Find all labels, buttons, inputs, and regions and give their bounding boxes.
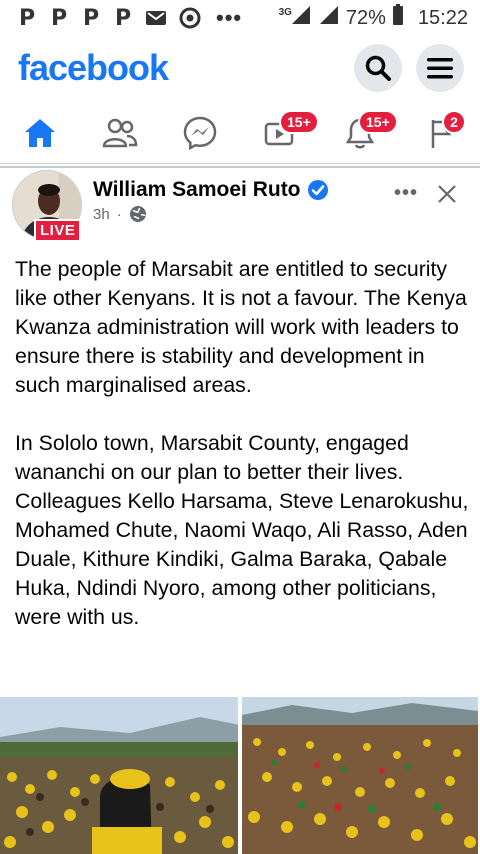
post-body: The people of Marsabit are entitled to s… bbox=[15, 255, 470, 661]
tab-watch[interactable]: 15+ bbox=[240, 102, 320, 164]
notifications-badge: 15+ bbox=[358, 109, 398, 134]
live-badge: LIVE bbox=[34, 219, 82, 242]
globe-icon bbox=[129, 206, 146, 222]
post-time[interactable]: 3h bbox=[93, 206, 110, 223]
author-name[interactable]: William Samoei Ruto bbox=[93, 178, 301, 202]
clock: 15:22 bbox=[417, 6, 468, 29]
post-paragraph: The people of Marsabit are entitled to s… bbox=[15, 257, 467, 397]
menu-icon bbox=[427, 58, 453, 79]
menu-button[interactable] bbox=[416, 44, 464, 92]
main-nav: 15+ 15+ 2 bbox=[0, 102, 480, 164]
facebook-logo[interactable]: facebook bbox=[18, 47, 169, 89]
search-icon bbox=[365, 55, 391, 81]
notification-p-icon: P bbox=[50, 5, 68, 31]
tab-notifications[interactable]: 15+ bbox=[320, 102, 400, 164]
close-icon[interactable] bbox=[438, 184, 456, 203]
signal-icon-2 bbox=[318, 5, 340, 31]
watch-badge: 15+ bbox=[279, 109, 319, 134]
notification-p-icon: P bbox=[18, 5, 36, 31]
home-icon bbox=[25, 118, 55, 147]
app-header: facebook bbox=[0, 36, 480, 100]
signal-icon bbox=[291, 5, 312, 31]
verified-icon bbox=[307, 180, 328, 200]
author-avatar[interactable]: LIVE bbox=[12, 170, 82, 242]
gmail-icon bbox=[144, 8, 168, 28]
tab-pages[interactable]: 2 bbox=[400, 102, 480, 164]
search-button[interactable] bbox=[354, 44, 402, 92]
post-photo-1[interactable] bbox=[0, 697, 238, 854]
tab-home[interactable] bbox=[0, 102, 80, 164]
notification-p-icon: P bbox=[114, 5, 132, 31]
post-photos bbox=[0, 697, 480, 854]
meta-separator: · bbox=[116, 205, 122, 223]
battery-percent: 72% bbox=[345, 6, 386, 29]
chrome-icon bbox=[178, 7, 202, 29]
pages-badge: 2 bbox=[442, 109, 466, 134]
network-type: 3G bbox=[278, 6, 292, 18]
tab-friends[interactable] bbox=[80, 102, 160, 164]
friends-icon bbox=[102, 118, 138, 147]
post-paragraph: In Sololo town, Marsabit County, engaged… bbox=[15, 431, 469, 629]
messenger-icon bbox=[183, 116, 217, 150]
tab-messenger[interactable] bbox=[160, 102, 240, 164]
more-notifications-icon: ••• bbox=[216, 5, 243, 30]
battery-icon bbox=[392, 4, 404, 32]
post-photo-2[interactable] bbox=[242, 697, 480, 854]
post-options-button[interactable]: ••• bbox=[394, 182, 418, 205]
notification-p-icon: P bbox=[82, 5, 100, 31]
status-bar: P P P P ••• 3G 72% 15:22 bbox=[0, 0, 480, 36]
post-header: LIVE William Samoei Ruto 3h · ••• bbox=[0, 168, 480, 246]
